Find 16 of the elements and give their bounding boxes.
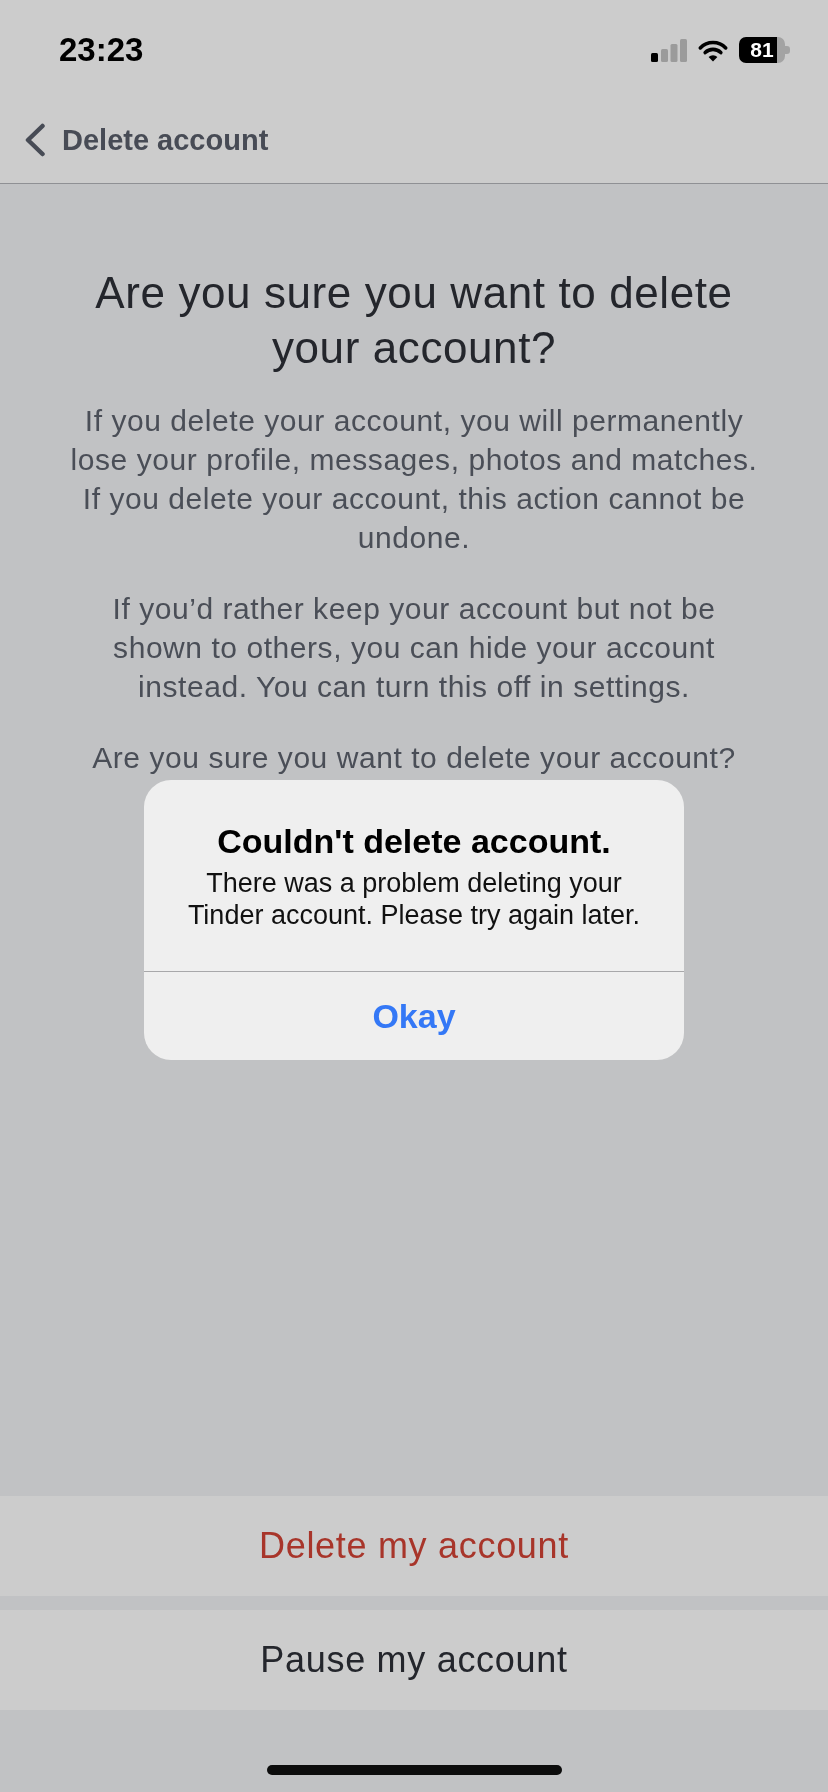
alert-message: There was a problem deleting your Tinder account. Please try again later. xyxy=(186,867,642,931)
chevron-left-icon xyxy=(24,122,46,157)
body-paragraph: If you delete your account, you will permanently lose your profile, messages, photos and matches. If you delete your account, this action cannot be undone. xyxy=(69,403,759,556)
battery-indicator: 81 xyxy=(739,37,790,63)
body-paragraph: If you’d rather keep your account but not be shown to others, you can hide your account instead. You can turn this off in settings. xyxy=(111,591,717,705)
status-time: 23:23 xyxy=(59,30,144,70)
signal-icon xyxy=(651,38,687,62)
body-paragraph: Are you sure you want to delete your account? xyxy=(91,740,737,776)
pause-account-button[interactable]: Pause my account xyxy=(0,1610,828,1710)
back-button[interactable] xyxy=(24,122,46,157)
wifi-icon xyxy=(697,38,729,62)
delete-account-button[interactable]: Delete my account xyxy=(0,1496,828,1596)
page-heading: Are you sure you want to delete your account? xyxy=(94,267,734,374)
okay-button[interactable]: Okay xyxy=(144,972,684,1060)
nav-title: Delete account xyxy=(62,122,269,158)
alert-title: Couldn't delete account. xyxy=(216,821,612,861)
